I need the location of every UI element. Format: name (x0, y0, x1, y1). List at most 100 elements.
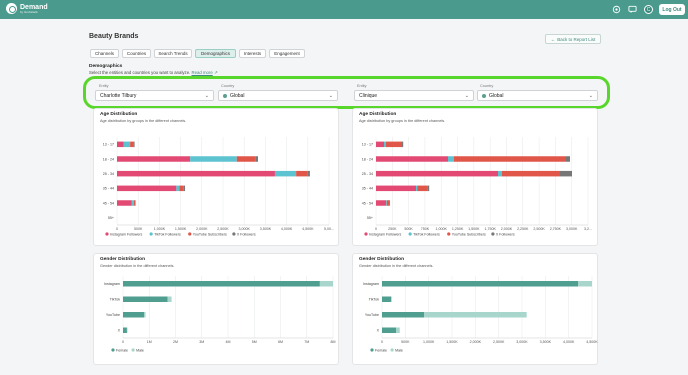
back-to-report-list-button[interactable]: ← Back to Report List (545, 34, 601, 44)
tab-channels[interactable]: Channels (90, 49, 119, 58)
bar-female[interactable] (382, 312, 424, 318)
legend-label[interactable]: Instagram Followers (369, 232, 402, 236)
tab-interests[interactable]: Interests (239, 49, 266, 58)
bar-instagram-followers[interactable] (117, 200, 132, 206)
bar-female[interactable] (382, 296, 392, 303)
bar-tiktok-followers[interactable] (386, 200, 387, 206)
bar-male[interactable] (396, 327, 400, 334)
bar-x-followers[interactable] (402, 141, 404, 148)
bar-tiktok-followers[interactable] (498, 170, 502, 177)
tab-search-trends[interactable]: Search Trends (154, 49, 192, 58)
bar-youtube-subscribers[interactable] (386, 200, 390, 206)
chevron-down-icon: ⌄ (464, 93, 469, 99)
gender-card-title: Gender Distribution (100, 257, 146, 262)
bar-tiktok-followers[interactable] (416, 185, 418, 192)
legend-marker (370, 348, 374, 352)
bar-instagram-followers[interactable] (117, 156, 191, 162)
app-logo[interactable]: Demand by Grubstack (6, 3, 48, 14)
legend-marker (188, 232, 192, 236)
entity-select-left[interactable]: Charlotte Tilbury ⌄ (95, 90, 214, 101)
user-avatar[interactable]: C (644, 5, 653, 14)
y-category-label: YouTube (365, 313, 379, 317)
bar-instagram-followers[interactable] (117, 141, 124, 148)
bar-youtube-subscribers[interactable] (502, 170, 560, 177)
chat-icon[interactable] (628, 5, 637, 14)
legend-label[interactable]: YouTube Subscribers (452, 232, 486, 236)
legend-label[interactable]: YouTube Subscribers (193, 232, 227, 236)
legend-label[interactable]: TikTok Followers (154, 232, 181, 236)
legend-label[interactable]: TikTok Followers (413, 232, 440, 236)
bar-youtube-subscribers[interactable] (454, 156, 566, 162)
bar-x-followers[interactable] (389, 200, 390, 206)
bar-x-followers[interactable] (255, 156, 258, 162)
bar-youtube-subscribers[interactable] (417, 185, 428, 192)
x-tick-label: 2M (173, 340, 178, 344)
bar-tiktok-followers[interactable] (131, 200, 134, 206)
bar-female[interactable] (123, 312, 144, 318)
bar-x-followers[interactable] (307, 170, 310, 177)
bar-male[interactable] (167, 296, 172, 303)
bar-x-followers[interactable] (560, 170, 572, 177)
bar-tiktok-followers[interactable] (448, 156, 454, 162)
country-select-left[interactable]: Global ⌄ (218, 90, 338, 101)
legend-marker (131, 348, 135, 352)
entity-select-right[interactable]: Clinique ⌄ (354, 90, 474, 101)
legend-marker (447, 232, 451, 236)
legend-label[interactable]: Female (116, 348, 128, 352)
country-select-right[interactable]: Global ⌄ (477, 90, 598, 101)
tab-countries[interactable]: Countries (122, 49, 151, 58)
settings-gear-icon[interactable] (612, 5, 621, 14)
bar-x-followers[interactable] (183, 185, 186, 192)
bar-x-followers[interactable] (566, 156, 570, 162)
bar-youtube-subscribers[interactable] (133, 200, 136, 206)
legend-label[interactable]: Female (375, 348, 387, 352)
bar-female[interactable] (382, 281, 578, 287)
bar-female[interactable] (123, 281, 320, 287)
x-tick-label: 250K (388, 227, 397, 231)
entity-value-right: Clinique (359, 92, 378, 99)
bar-youtube-subscribers[interactable] (179, 185, 184, 192)
bar-female[interactable] (123, 327, 127, 334)
legend-label[interactable]: Male (136, 348, 144, 352)
bar-instagram-followers[interactable] (117, 170, 275, 177)
bar-youtube-subscribers[interactable] (386, 141, 402, 148)
tab-demographics[interactable]: Demographics (195, 49, 236, 58)
section-description-text: Select the entities and countries you wa… (89, 70, 191, 75)
entity-label-left: Entity (99, 84, 109, 88)
tab-engagement[interactable]: Engagement (269, 49, 305, 58)
bar-x-followers[interactable] (133, 141, 135, 148)
bar-instagram-followers[interactable] (376, 156, 448, 162)
bar-x-followers[interactable] (427, 185, 430, 192)
bar-instagram-followers[interactable] (376, 185, 416, 192)
bar-male[interactable] (319, 281, 333, 287)
x-tick-label: 0 (375, 227, 377, 231)
bar-instagram-followers[interactable] (117, 185, 177, 192)
bar-male[interactable] (126, 327, 128, 334)
bar-tiktok-followers[interactable] (176, 185, 180, 192)
bar-youtube-subscribers[interactable] (236, 156, 256, 162)
legend-label[interactable]: X Followers (496, 232, 515, 236)
bar-tiktok-followers[interactable] (190, 156, 237, 162)
legend-label[interactable]: X Followers (237, 232, 256, 236)
bar-instagram-followers[interactable] (376, 200, 386, 206)
bar-tiktok-followers[interactable] (384, 141, 386, 148)
gender-card-left: Gender Distribution Gender distribution … (93, 253, 339, 365)
legend-marker (232, 232, 236, 236)
x-tick-label: 3,2... (584, 227, 592, 231)
bar-female[interactable] (123, 296, 168, 303)
logout-button[interactable]: Log Out (659, 4, 685, 15)
bar-male[interactable] (578, 281, 592, 287)
globe-icon (223, 93, 227, 98)
bar-male[interactable] (424, 312, 527, 318)
bar-youtube-subscribers[interactable] (130, 141, 134, 148)
bar-youtube-subscribers[interactable] (296, 170, 308, 177)
bar-instagram-followers[interactable] (376, 141, 384, 148)
bar-male[interactable] (144, 312, 146, 318)
legend-label[interactable]: Male (395, 348, 403, 352)
bar-female[interactable] (382, 327, 396, 334)
bar-instagram-followers[interactable] (376, 170, 498, 177)
read-more-link[interactable]: Read more (191, 70, 212, 75)
bar-tiktok-followers[interactable] (123, 141, 131, 148)
legend-label[interactable]: Instagram Followers (110, 232, 143, 236)
bar-tiktok-followers[interactable] (274, 170, 297, 177)
